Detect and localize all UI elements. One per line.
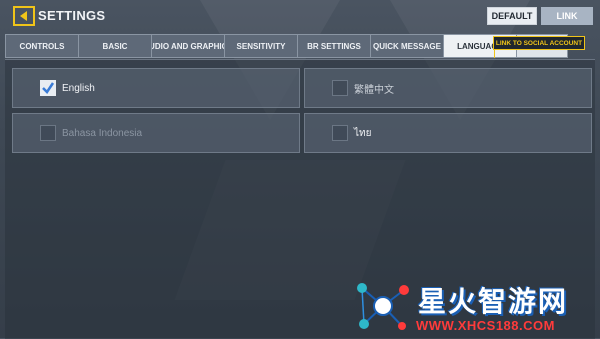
- language-label: Bahasa Indonesia: [62, 127, 143, 139]
- language-option-bahasa-indonesia[interactable]: Bahasa Indonesia: [12, 113, 300, 153]
- watermark: 星火智游网 WWW.XHCS188.COM: [350, 274, 600, 338]
- tooltip-pointer: [494, 50, 495, 58]
- network-logo-icon: [357, 283, 409, 330]
- back-button[interactable]: [13, 6, 35, 26]
- watermark-text: 星火智游网: [418, 286, 569, 317]
- link-button[interactable]: LINK: [541, 7, 593, 25]
- header: SETTINGS DEFAULT LINK: [0, 0, 600, 32]
- checkbox-checked[interactable]: [40, 80, 56, 96]
- back-arrow-icon: [20, 11, 27, 21]
- checkmark-icon: [42, 82, 55, 94]
- default-button[interactable]: DEFAULT: [487, 7, 537, 25]
- language-label: 繁體中文: [354, 84, 394, 96]
- language-option-thai[interactable]: ไทย: [304, 113, 592, 153]
- tab-controls[interactable]: CONTROLS: [5, 34, 79, 58]
- tab-br-settings[interactable]: BR SETTINGS: [297, 34, 371, 58]
- checkbox-unchecked[interactable]: [332, 80, 348, 96]
- language-label: English: [62, 82, 95, 94]
- page-title: SETTINGS: [38, 8, 106, 23]
- tab-sensitivity[interactable]: SENSITIVITY: [224, 34, 298, 58]
- language-option-english[interactable]: English: [12, 68, 300, 108]
- link-tooltip: LINK TO SOCIAL ACCOUNT: [493, 36, 585, 50]
- language-option-traditional-chinese[interactable]: 繁體中文: [304, 68, 592, 108]
- watermark-url: WWW.XHCS188.COM: [416, 318, 555, 333]
- tab-basic[interactable]: BASIC: [78, 34, 152, 58]
- tab-quick-message[interactable]: QUICK MESSAGE: [370, 34, 444, 58]
- tab-audio-and-graphics[interactable]: AUDIO AND GRAPHICS: [151, 34, 225, 58]
- checkbox-unchecked[interactable]: [40, 125, 56, 141]
- language-label: ไทย: [354, 127, 372, 139]
- checkbox-unchecked[interactable]: [332, 125, 348, 141]
